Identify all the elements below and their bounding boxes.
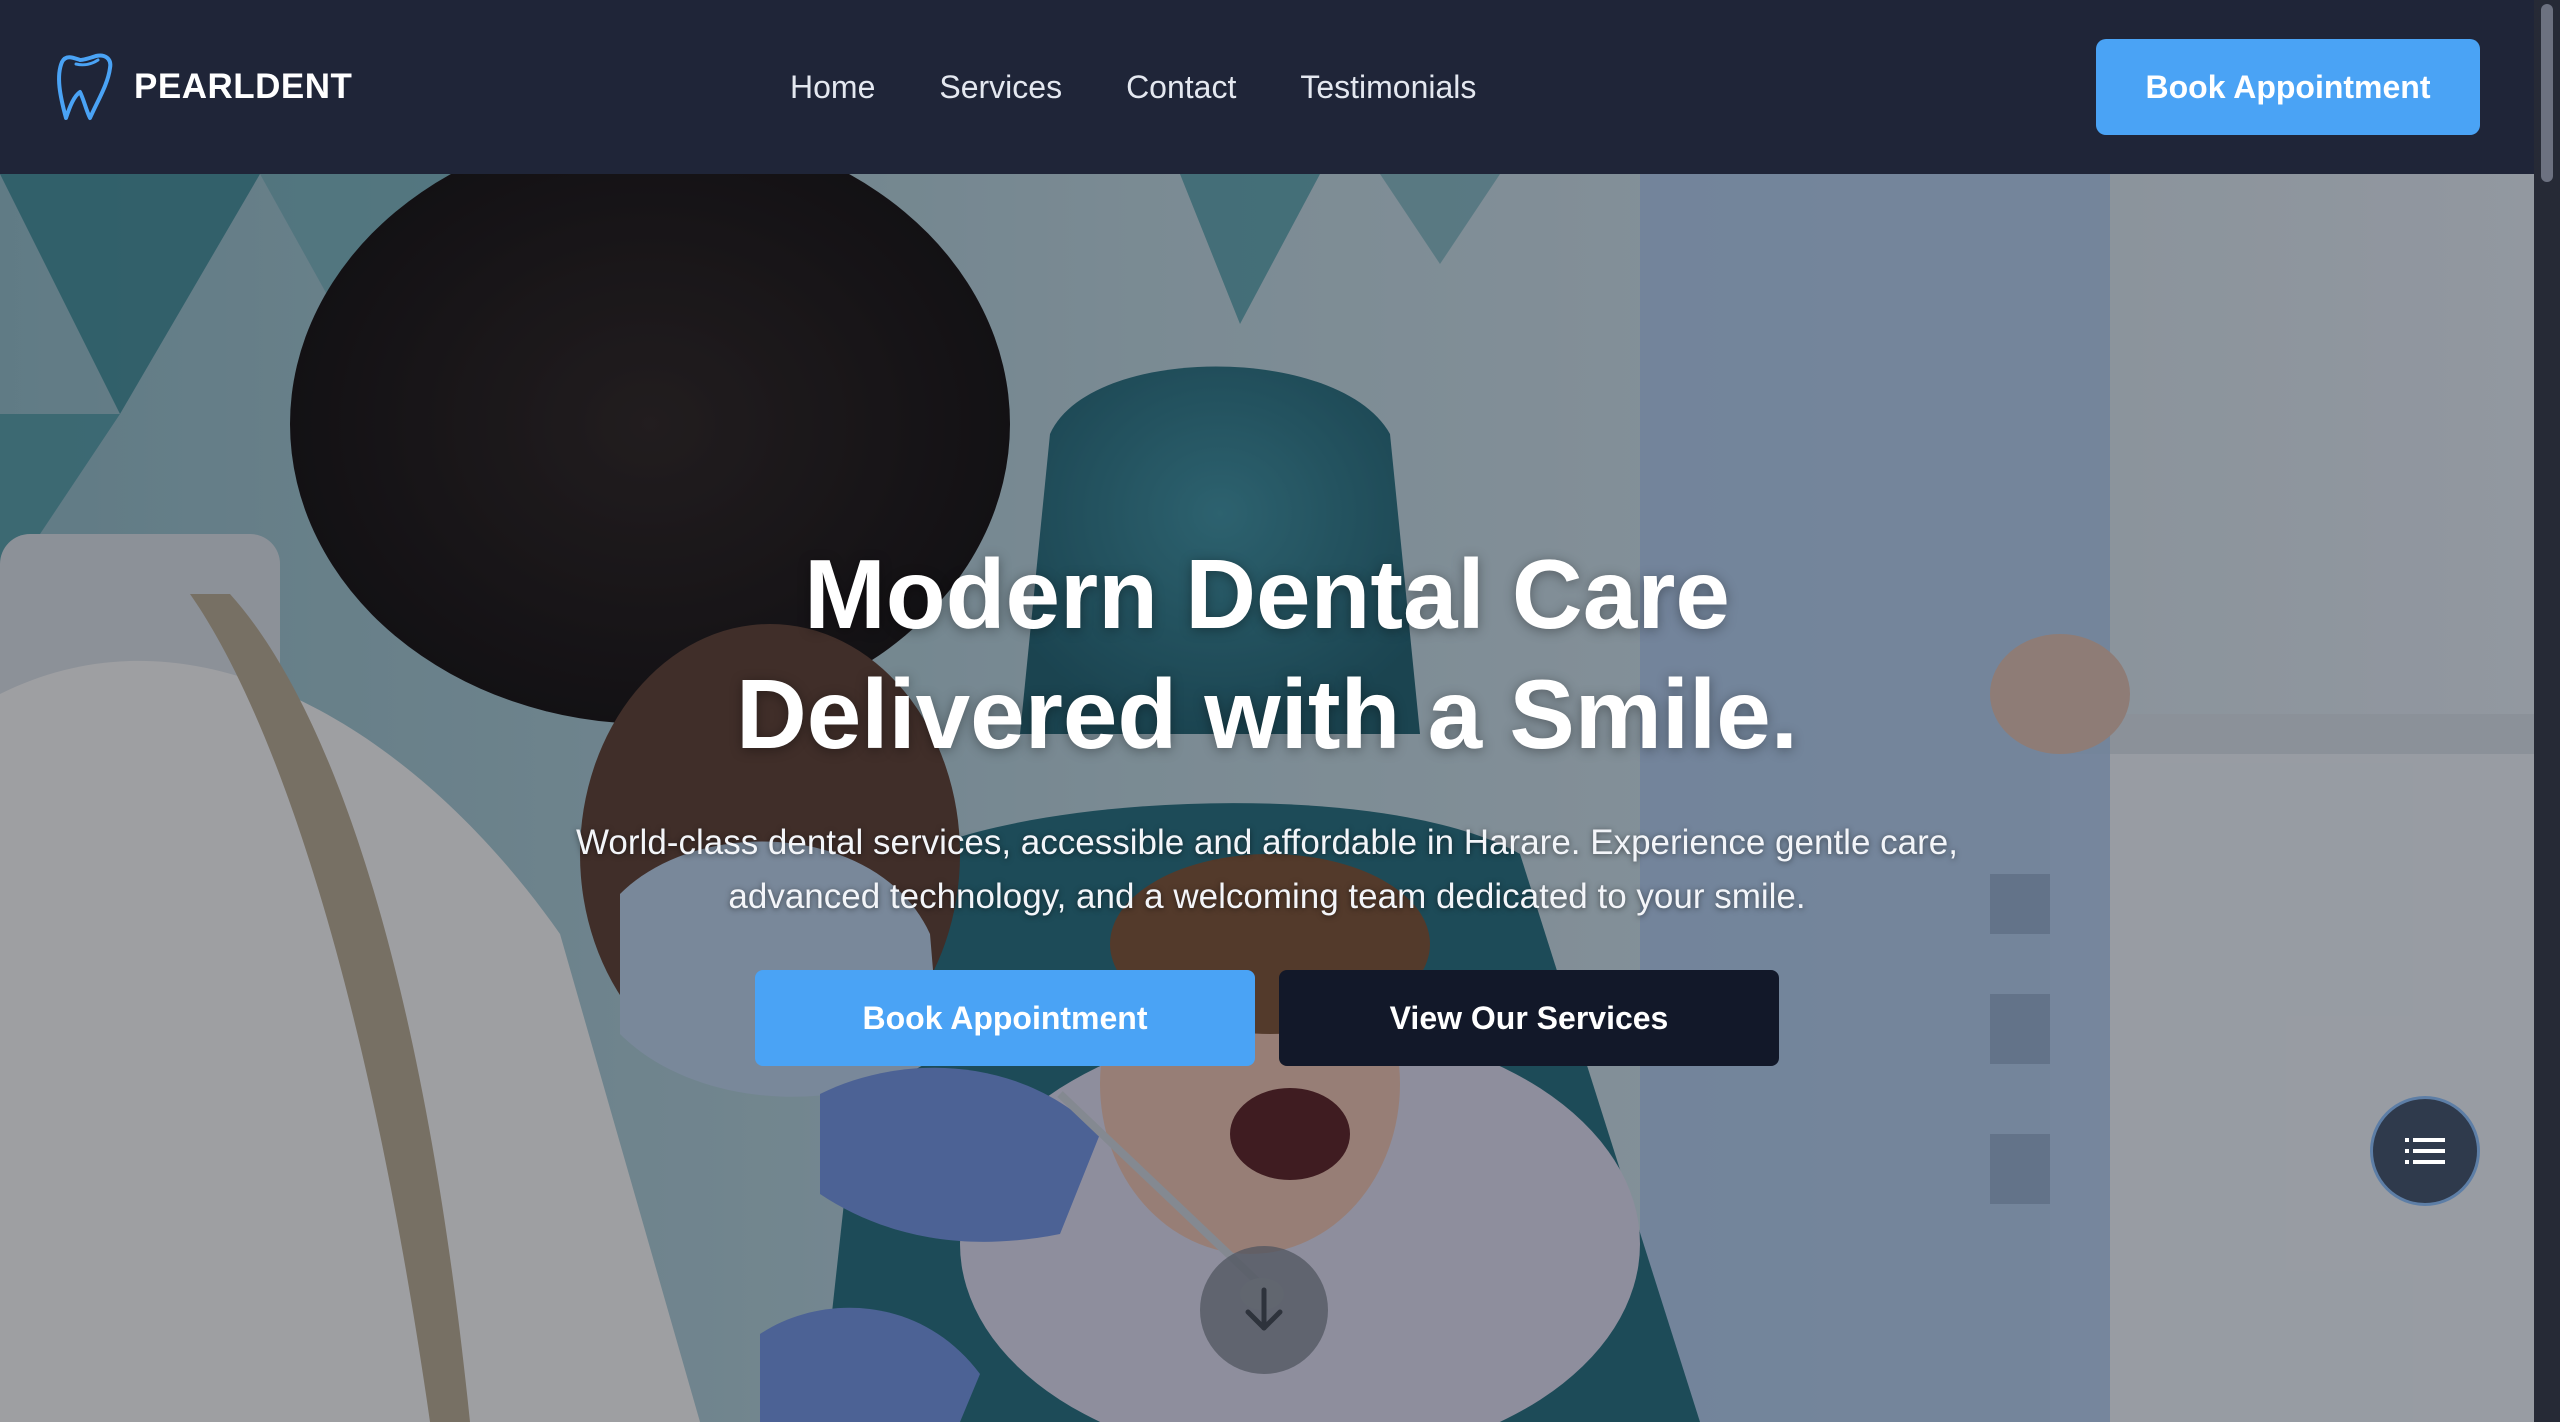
hero-content: Modern Dental Care Delivered with a Smil… xyxy=(0,174,2534,1422)
hero-section: Modern Dental Care Delivered with a Smil… xyxy=(0,174,2534,1422)
tooth-icon xyxy=(57,53,113,120)
hero-book-appointment-button[interactable]: Book Appointment xyxy=(755,970,1255,1066)
brand-logo[interactable]: PEARLDENT xyxy=(54,52,754,122)
view-services-button[interactable]: View Our Services xyxy=(1279,970,1779,1066)
nav-testimonials[interactable]: Testimonials xyxy=(1300,69,1476,106)
hero-buttons: Book Appointment View Our Services xyxy=(755,970,1779,1066)
main-nav: Home Services Contact Testimonials xyxy=(790,69,1476,106)
page-scrollbar[interactable] xyxy=(2534,0,2560,1422)
nav-services[interactable]: Services xyxy=(939,69,1062,106)
hero-title-line-1: Modern Dental Care xyxy=(804,539,1730,649)
header-book-appointment-button[interactable]: Book Appointment xyxy=(2096,39,2480,135)
hero-title-line-2: Delivered with a Smile. xyxy=(735,659,1799,769)
nav-home[interactable]: Home xyxy=(790,69,875,106)
site-header: PEARLDENT Home Services Contact Testimon… xyxy=(0,0,2534,174)
arrow-down-icon xyxy=(1245,1287,1283,1331)
scroll-down-button[interactable] xyxy=(1200,1246,1328,1374)
hero-title: Modern Dental Care Delivered with a Smil… xyxy=(736,534,1798,774)
hero-subtitle: World-class dental services, accessible … xyxy=(576,823,1958,916)
nav-contact[interactable]: Contact xyxy=(1126,69,1236,106)
brand-name: PEARLDENT xyxy=(134,67,353,106)
scrollbar-thumb[interactable] xyxy=(2541,4,2553,182)
list-icon xyxy=(2405,1138,2445,1164)
page: PEARLDENT Home Services Contact Testimon… xyxy=(0,0,2560,1422)
table-of-contents-button[interactable] xyxy=(2370,1096,2480,1206)
